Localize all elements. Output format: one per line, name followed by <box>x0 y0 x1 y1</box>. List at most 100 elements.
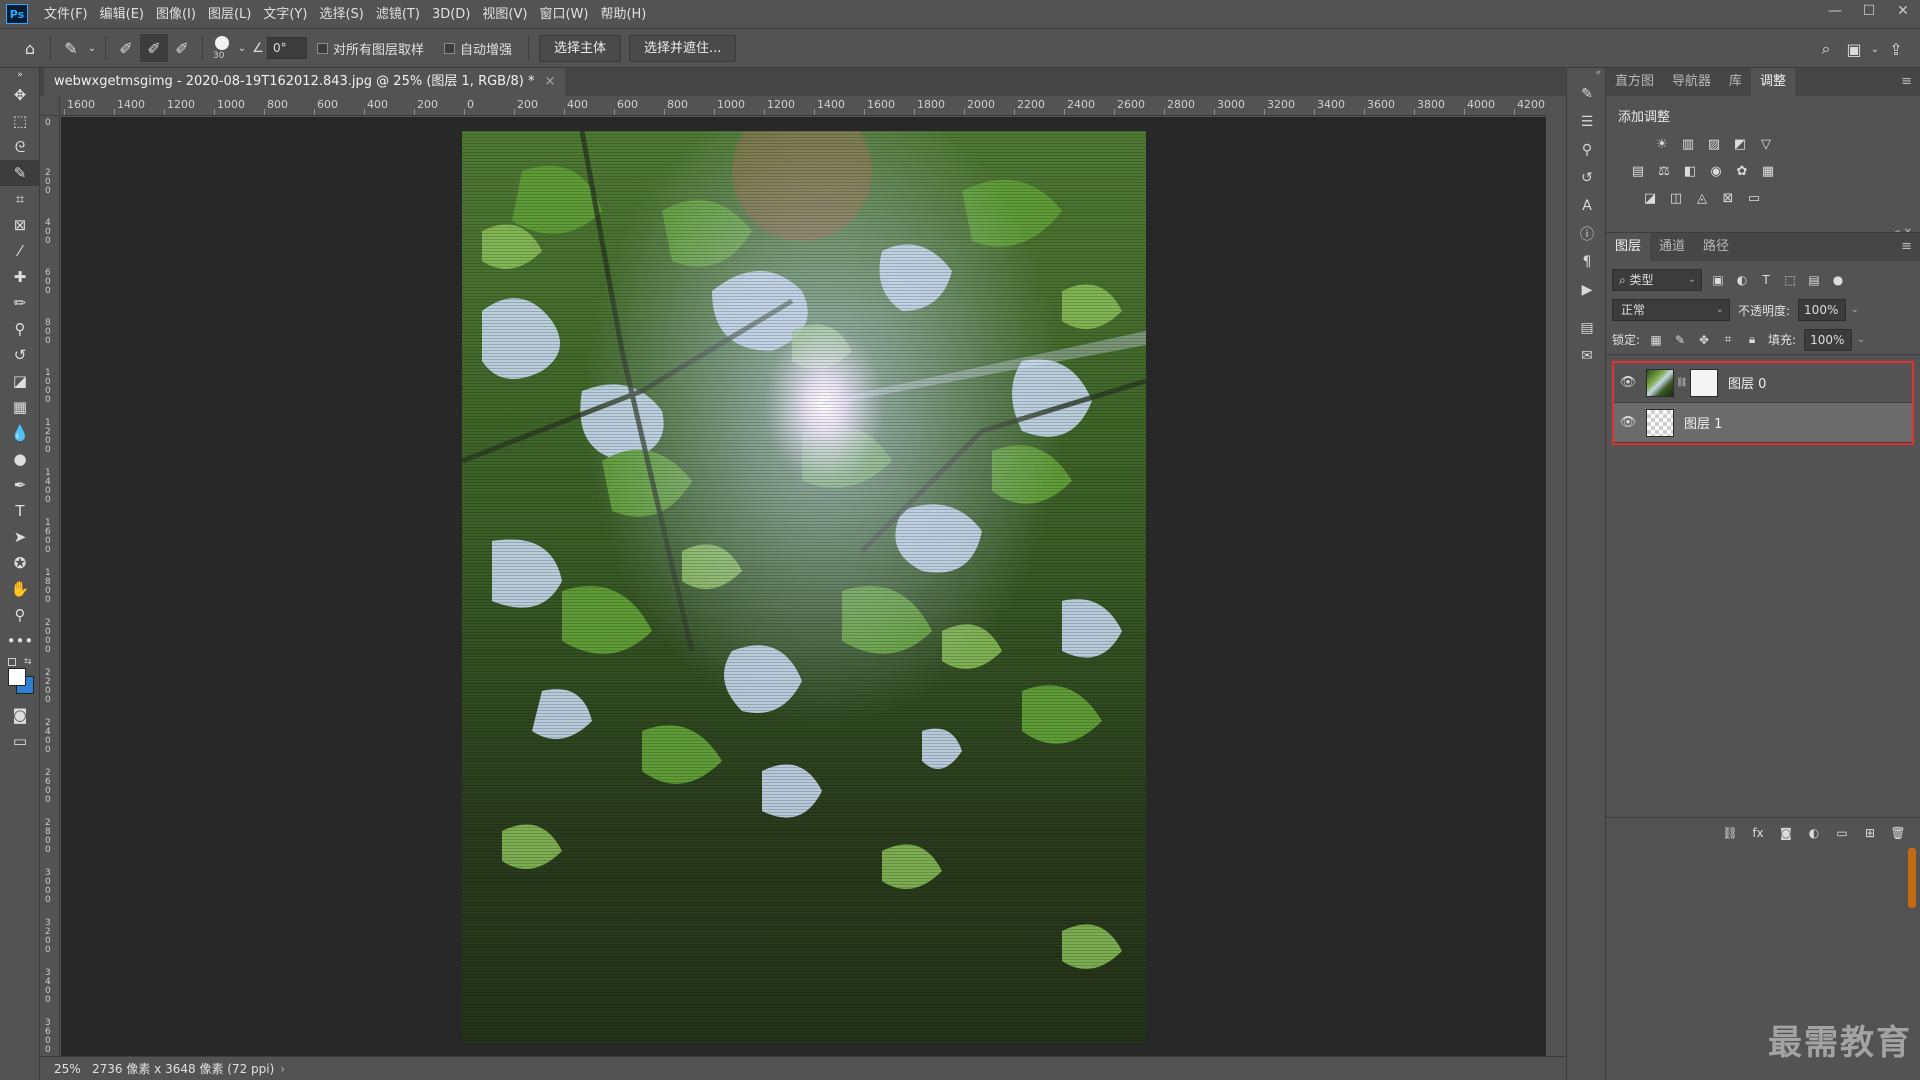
link-layers-icon[interactable]: ⛓︎ <box>1722 826 1738 840</box>
collapse-panels-icon[interactable]: « <box>1567 68 1605 80</box>
sample-all-layers-option[interactable]: 对所有图层取样 <box>317 39 424 58</box>
menu-layer[interactable]: 图层(L) <box>202 0 257 29</box>
layers-panel-menu-icon[interactable]: ≡ <box>1901 239 1912 254</box>
close-window-button[interactable]: ✕ <box>1886 0 1920 22</box>
visibility-eye-icon[interactable]: 👁︎ <box>1614 415 1642 430</box>
filter-toggle-icon[interactable]: ● <box>1830 273 1846 287</box>
eyedropper-tool-icon[interactable]: ⁄ <box>0 238 40 264</box>
actions-play-icon[interactable]: ▶ <box>1567 276 1607 304</box>
more-tools-icon[interactable]: ••• <box>0 628 40 654</box>
tab-paths[interactable]: 路径 <box>1694 233 1738 261</box>
quick-selection-tool-icon[interactable]: ✎ <box>0 160 40 186</box>
auto-enhance-option[interactable]: 自动增强 <box>444 39 512 58</box>
chevron-down-icon[interactable]: ⌄ <box>1851 300 1859 320</box>
panel-scrollbar-thumb[interactable] <box>1908 848 1916 908</box>
smart-object-filter-icon[interactable]: ▤ <box>1806 273 1822 287</box>
screen-mode-icon[interactable]: ▭ <box>0 728 40 754</box>
channel-mixer-icon[interactable]: ✿ <box>1734 164 1750 180</box>
dodge-tool-icon[interactable]: ● <box>0 446 40 472</box>
properties-icon[interactable]: ☰ <box>1567 108 1607 136</box>
notes-icon[interactable]: ✉ <box>1567 342 1607 370</box>
clone-source-icon[interactable]: ⚲ <box>1567 136 1607 164</box>
brightness-contrast-icon[interactable]: ☀ <box>1654 137 1670 153</box>
subtract-from-selection-icon[interactable]: ✐ <box>168 34 196 62</box>
adjustment-layer-filter-icon[interactable]: ◐ <box>1734 273 1750 287</box>
select-and-mask-button[interactable]: 选择并遮住... <box>629 34 737 62</box>
threshold-icon[interactable]: ◬ <box>1694 191 1710 207</box>
default-colors-icon[interactable] <box>8 658 16 666</box>
paragraph-icon[interactable]: ¶ <box>1567 248 1607 276</box>
new-layer-icon[interactable]: ⊞ <box>1862 826 1878 840</box>
sample-all-layers-checkbox[interactable] <box>317 42 328 54</box>
lock-image-icon[interactable]: ✎ <box>1672 333 1688 347</box>
black-white-icon[interactable]: ◧ <box>1682 164 1698 180</box>
exposure-icon[interactable]: ◩ <box>1732 137 1748 153</box>
blur-tool-icon[interactable]: 💧 <box>0 420 40 446</box>
menu-view[interactable]: 视图(V) <box>476 0 533 29</box>
crop-tool-icon[interactable]: ⌗ <box>0 186 40 212</box>
color-balance-icon[interactable]: ⚖ <box>1656 164 1672 180</box>
new-adjustment-layer-icon[interactable]: ◐ <box>1806 826 1822 840</box>
maximize-button[interactable]: ☐ <box>1852 0 1886 22</box>
lock-artboard-icon[interactable]: ⌗ <box>1720 332 1736 347</box>
chevron-right-icon[interactable]: › <box>280 1062 285 1076</box>
layer-row[interactable]: 👁︎ ⛓︎ 图层 0 <box>1614 363 1912 403</box>
lock-transparent-icon[interactable]: ▦ <box>1648 333 1664 347</box>
tab-libraries[interactable]: 库 <box>1720 68 1751 96</box>
close-document-icon[interactable]: × <box>544 68 555 96</box>
canvas-vertical-scrollbar[interactable] <box>1546 96 1566 1064</box>
blend-mode-select[interactable]: 正常 ⌄ <box>1612 299 1730 321</box>
share-icon[interactable]: ⇪ <box>1882 35 1910 63</box>
delete-layer-icon[interactable]: 🗑︎ <box>1890 826 1906 840</box>
history-brush-tool-icon[interactable]: ↺ <box>0 342 40 368</box>
chevron-down-icon[interactable]: ⌄ <box>235 34 249 62</box>
new-group-icon[interactable]: ▭ <box>1834 826 1850 840</box>
custom-shape-tool-icon[interactable]: ✪ <box>0 550 40 576</box>
menu-file[interactable]: 文件(F) <box>38 0 94 29</box>
layer-filter-select[interactable]: ⌕ 类型 ⌄ <box>1612 269 1702 291</box>
gradient-tool-icon[interactable]: ▦ <box>0 394 40 420</box>
quick-selection-tool-preset-icon[interactable]: ✎ <box>57 34 85 62</box>
healing-brush-tool-icon[interactable]: ✚ <box>0 264 40 290</box>
opacity-field[interactable]: 100% ⌄ <box>1798 299 1859 321</box>
ruler-origin[interactable] <box>40 96 60 116</box>
foreground-color-swatch[interactable] <box>8 668 26 686</box>
tab-adjustments[interactable]: 调整 <box>1751 68 1796 96</box>
tab-layers[interactable]: 图层 <box>1606 233 1651 261</box>
minimize-button[interactable]: — <box>1818 0 1852 22</box>
hand-tool-icon[interactable]: ✋ <box>0 576 40 602</box>
menu-image[interactable]: 图像(I) <box>150 0 202 29</box>
zoom-tool-icon[interactable]: ⚲ <box>0 602 40 628</box>
menu-type[interactable]: 文字(Y) <box>257 0 313 29</box>
zoom-level-field[interactable]: 25% <box>40 1062 82 1076</box>
document-tab[interactable]: webwxgetmsgimg - 2020-08-19T162012.843.j… <box>44 68 566 96</box>
levels-icon[interactable]: ▥ <box>1680 137 1696 153</box>
curves-icon[interactable]: ▨ <box>1706 137 1722 153</box>
select-subject-button[interactable]: 选择主体 <box>539 34 622 62</box>
glyphs-icon[interactable]: ▤ <box>1567 314 1607 342</box>
vertical-ruler[interactable]: 0200400600800100012001400160018002000220… <box>40 116 60 1064</box>
canvas-area[interactable] <box>61 117 1546 1064</box>
collapse-toolbar-icon[interactable]: » <box>0 68 40 82</box>
document-image[interactable] <box>462 131 1146 1043</box>
selective-color-icon[interactable]: ⊠ <box>1720 191 1736 207</box>
history-icon[interactable]: ↺ <box>1567 164 1607 192</box>
chevron-down-icon[interactable]: ⌄ <box>1857 330 1865 350</box>
visibility-eye-icon[interactable]: 👁︎ <box>1614 375 1642 390</box>
add-mask-icon[interactable]: ◙ <box>1778 826 1794 840</box>
frame-tool-icon[interactable]: ⊠ <box>0 212 40 238</box>
type-tool-icon[interactable]: T <box>0 498 40 524</box>
menu-window[interactable]: 窗口(W) <box>533 0 594 29</box>
clone-stamp-tool-icon[interactable]: ⚲ <box>0 316 40 342</box>
document-info[interactable]: 2736 像素 x 3648 像素 (72 ppi) <box>92 1060 274 1077</box>
angle-input[interactable]: 0° <box>267 37 307 59</box>
panel-menu-icon[interactable]: ≡ <box>1901 74 1912 89</box>
lasso-tool-icon[interactable]: ᘓ <box>0 134 40 160</box>
fill-field[interactable]: 100% ⌄ <box>1804 328 1865 351</box>
photoshop-logo[interactable]: Ps <box>6 4 28 24</box>
character-icon[interactable]: A <box>1567 192 1607 220</box>
menu-filter[interactable]: 滤镜(T) <box>370 0 426 29</box>
lock-all-icon[interactable]: 🔒︎ <box>1744 332 1760 347</box>
vibrance-icon[interactable]: ▤ <box>1630 164 1646 180</box>
chevron-down-icon[interactable]: ⌄ <box>85 34 99 62</box>
